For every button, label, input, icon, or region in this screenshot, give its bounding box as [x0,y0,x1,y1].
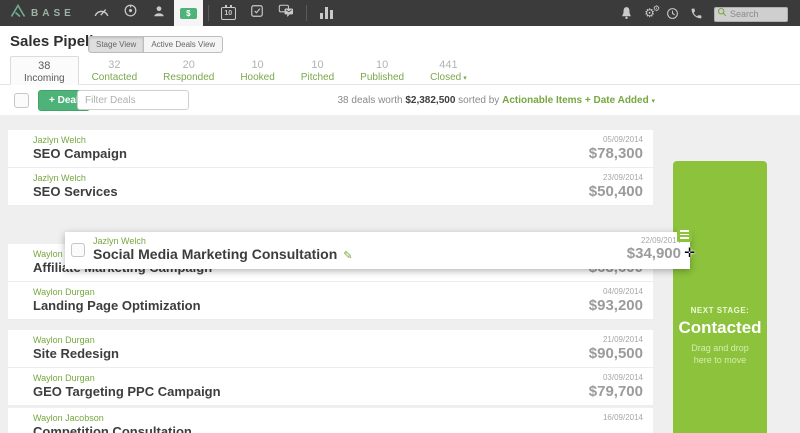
nav-contacts[interactable] [145,0,174,26]
navbar-search [714,4,788,22]
tab-pitched[interactable]: 10 Pitched [288,56,347,84]
nav-leads[interactable] [116,0,145,26]
chevron-down-icon: ▾ [463,75,467,82]
sort-option-link[interactable]: Actionable Items + Date Added [502,95,649,106]
tab-incoming[interactable]: 38 Incoming [10,56,79,85]
deal-row[interactable]: Waylon Durgan Landing Page Optimization … [8,282,653,320]
edit-pencil-icon[interactable]: ✎ [343,250,352,262]
main-nav: $ 10 [87,0,341,26]
leads-target-icon [123,3,138,23]
base-logo-text: BASE [31,8,75,19]
nav-dashboard[interactable] [87,0,116,26]
nav-calendar[interactable]: 10 [214,0,243,26]
deal-row[interactable]: Waylon Durgan GEO Targeting PPC Campaign… [8,368,653,406]
drag-handle-icon[interactable] [677,227,692,242]
next-stage-drop-zone[interactable]: NEXT STAGE: Contacted Drag and drop here… [673,161,767,433]
nav-divider [306,5,307,21]
phone-icon[interactable] [690,7,703,20]
nav-tasks[interactable] [243,0,272,26]
select-all-checkbox[interactable] [14,93,29,108]
filter-deals-input[interactable] [77,90,189,110]
reports-barchart-icon [320,7,333,19]
stage-tabs: 38 Incoming 32 Contacted 20 Responded 10… [0,56,800,85]
nav-reports[interactable] [312,0,341,26]
dragged-deal-row[interactable]: Jazlyn Welch Social Media Marketing Cons… [65,232,690,269]
stage-view-button[interactable]: Stage View [88,36,144,53]
calendar-icon: 10 [221,7,236,20]
deals-summary: 38 deals worth $2,382,500 sorted by Acti… [338,95,656,106]
deals-money-icon: $ [180,8,197,19]
chevron-down-icon: ▾ [651,98,655,105]
nav-communication[interactable] [272,0,301,26]
next-stage-name: Contacted [673,318,767,338]
nav-deals[interactable]: $ [174,0,203,26]
tab-closed[interactable]: 441 Closed▾ [417,56,480,84]
dashboard-gauge-icon [93,4,110,23]
clock-icon[interactable] [666,7,679,20]
contacts-person-icon [152,4,166,23]
summary-total: $2,382,500 [405,95,455,106]
nav-divider [208,5,209,21]
toolbar: + Deal 38 deals worth $2,382,500 sorted … [0,86,800,115]
view-toggle: Stage View Active Deals View [88,36,223,53]
navbar-right: ⚙⚙ [620,4,800,22]
deal-checkbox[interactable] [71,243,85,257]
base-logo-icon [10,4,26,23]
next-stage-label: NEXT STAGE: [673,306,767,315]
tab-responded[interactable]: 20 Responded [150,56,227,84]
tab-published[interactable]: 10 Published [347,56,417,84]
deal-row[interactable]: Waylon Jacobson Competition Consultation… [8,408,653,433]
deal-row[interactable]: Waylon Durgan Site Redesign 21/09/2014 $… [8,330,653,368]
top-navbar: BASE $ 10 [0,0,800,26]
tab-hooked[interactable]: 10 Hooked [227,56,287,84]
deal-row[interactable]: Jazlyn Welch SEO Campaign 05/09/2014 $78… [8,130,653,168]
pipeline-page: Sales Pipeline Stage View Active Deals V… [0,26,800,433]
deal-row[interactable]: Jazlyn Welch SEO Services 23/09/2014 $50… [8,168,653,206]
base-logo[interactable]: BASE [0,4,87,23]
active-deals-view-button[interactable]: Active Deals View [144,36,223,53]
search-icon [717,7,727,17]
tasks-check-icon [250,4,264,23]
tab-contacted[interactable]: 32 Contacted [79,56,151,84]
drop-hint: Drag and drop here to move [673,343,767,366]
communication-chat-icon [278,3,295,23]
notifications-bell-icon[interactable] [620,6,633,20]
settings-gears-icon[interactable]: ⚙⚙ [644,7,655,19]
move-cursor-icon: ✛ [684,245,695,261]
